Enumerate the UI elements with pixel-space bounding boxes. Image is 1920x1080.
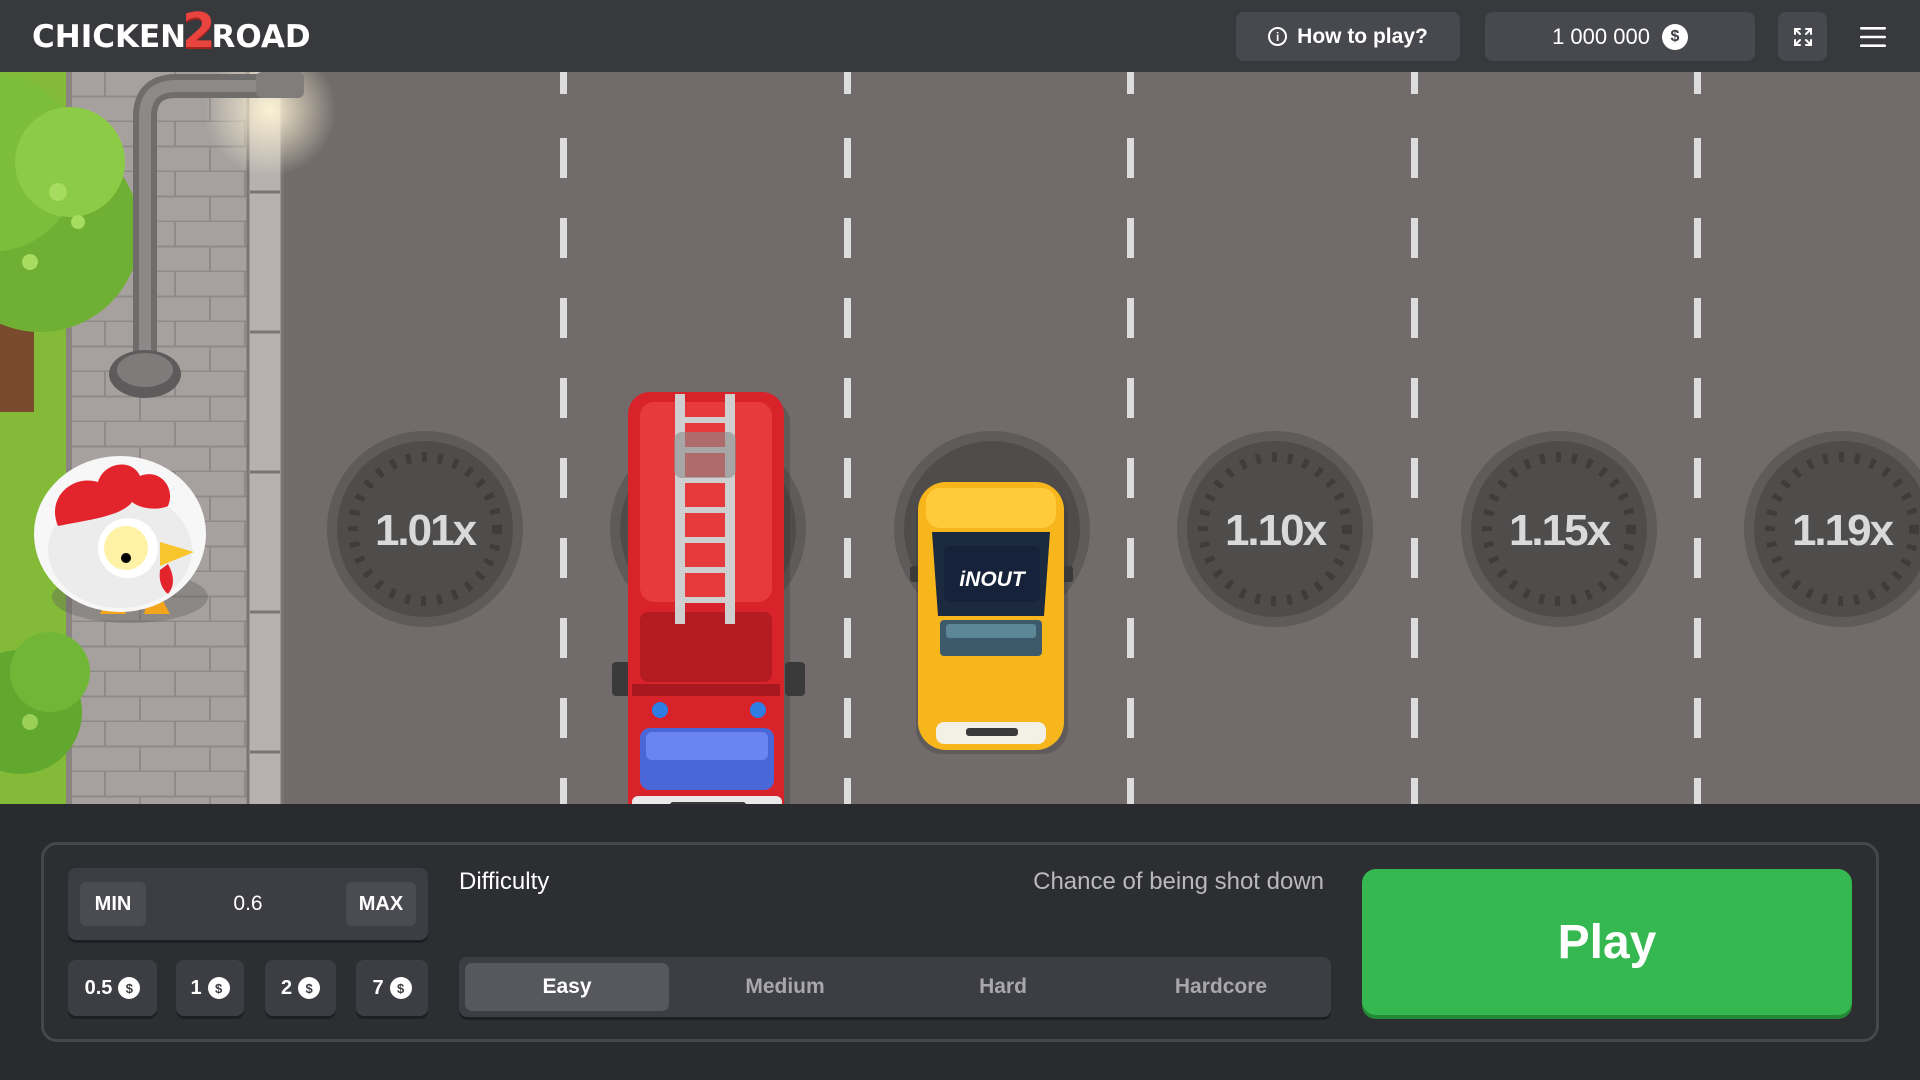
difficulty-label: Difficulty: [459, 868, 550, 895]
dollar-coin-icon: $: [298, 977, 321, 999]
bet-chip-1[interactable]: 1 $: [176, 960, 244, 1016]
manhole-lane-6: 1.19x: [1744, 431, 1920, 627]
multiplier-lane-4: 1.10x: [1225, 506, 1328, 555]
manhole-lane-4: 1.10x: [1177, 431, 1373, 627]
chance-label: Chance of being shot down: [1033, 868, 1324, 895]
balance-display: 1 000 000 $: [1485, 12, 1755, 61]
chip-amount: 0.5: [84, 976, 113, 999]
lane-divider-2: [844, 72, 851, 804]
difficulty-hard[interactable]: Hard: [901, 963, 1105, 1011]
menu-button[interactable]: [1848, 12, 1897, 61]
lane-divider-5: [1694, 72, 1701, 804]
lane-divider-3: [1127, 72, 1134, 804]
info-icon: i: [1268, 27, 1288, 46]
bet-amount-value[interactable]: 0.6: [208, 882, 288, 926]
multiplier-lane-5: 1.15x: [1509, 506, 1612, 555]
multiplier-lane-6: 1.19x: [1792, 506, 1895, 555]
dollar-coin-icon: $: [1661, 23, 1688, 50]
hamburger-menu-icon: [1859, 26, 1886, 47]
logo-number: 2: [182, 3, 216, 59]
manhole-lane-1: 1.01x: [327, 431, 523, 627]
bet-max-button[interactable]: MAX: [346, 882, 416, 926]
multiplier-lane-1: 1.01x: [375, 506, 478, 555]
road-canvas: 1.01x 1.10x 1.15x 1.19x iNOUT: [0, 72, 1920, 804]
taxi-logo: iNOUT: [959, 568, 1027, 591]
difficulty-medium[interactable]: Medium: [683, 963, 887, 1011]
chip-amount: 1: [190, 976, 202, 999]
chicken-icon: [34, 456, 208, 623]
difficulty-selector: Easy Medium Hard Hardcore: [459, 957, 1331, 1017]
bet-amount-control: MIN 0.6 MAX: [68, 868, 428, 940]
how-to-play-label: How to play?: [1297, 24, 1428, 48]
dollar-coin-icon: $: [207, 977, 230, 999]
game-logo: CHICKEN 2 ROAD: [32, 3, 311, 60]
how-to-play-button[interactable]: i How to play?: [1236, 12, 1460, 61]
difficulty-hardcore[interactable]: Hardcore: [1119, 963, 1323, 1011]
difficulty-easy[interactable]: Easy: [465, 963, 669, 1011]
bet-chip-0-5[interactable]: 0.5 $: [68, 960, 157, 1016]
game-scene: 1.01x 1.10x 1.15x 1.19x iNOUT: [0, 72, 1920, 804]
dollar-coin-icon: $: [118, 977, 141, 999]
bet-min-button[interactable]: MIN: [80, 882, 146, 926]
play-button[interactable]: Play: [1362, 869, 1852, 1015]
top-bar: CHICKEN 2 ROAD i How to play? 1 000 000 …: [0, 0, 1920, 72]
lane-divider-4: [1411, 72, 1418, 804]
balance-amount: 1 000 000: [1552, 23, 1650, 49]
logo-text-left: CHICKEN: [32, 19, 187, 55]
bet-chip-7[interactable]: 7 $: [356, 960, 428, 1016]
lane-divider-1: [560, 72, 567, 804]
logo-text-right: ROAD: [211, 19, 311, 55]
dollar-coin-icon: $: [389, 977, 412, 999]
chip-amount: 7: [372, 976, 384, 999]
fullscreen-button[interactable]: [1778, 12, 1827, 61]
taxi-car-icon: iNOUT: [910, 482, 1073, 754]
manhole-lane-5: 1.15x: [1461, 431, 1657, 627]
bet-chip-2[interactable]: 2 $: [265, 960, 336, 1016]
chip-amount: 2: [280, 976, 293, 999]
fire-truck-icon: [612, 392, 805, 804]
fullscreen-icon: [1793, 27, 1812, 46]
